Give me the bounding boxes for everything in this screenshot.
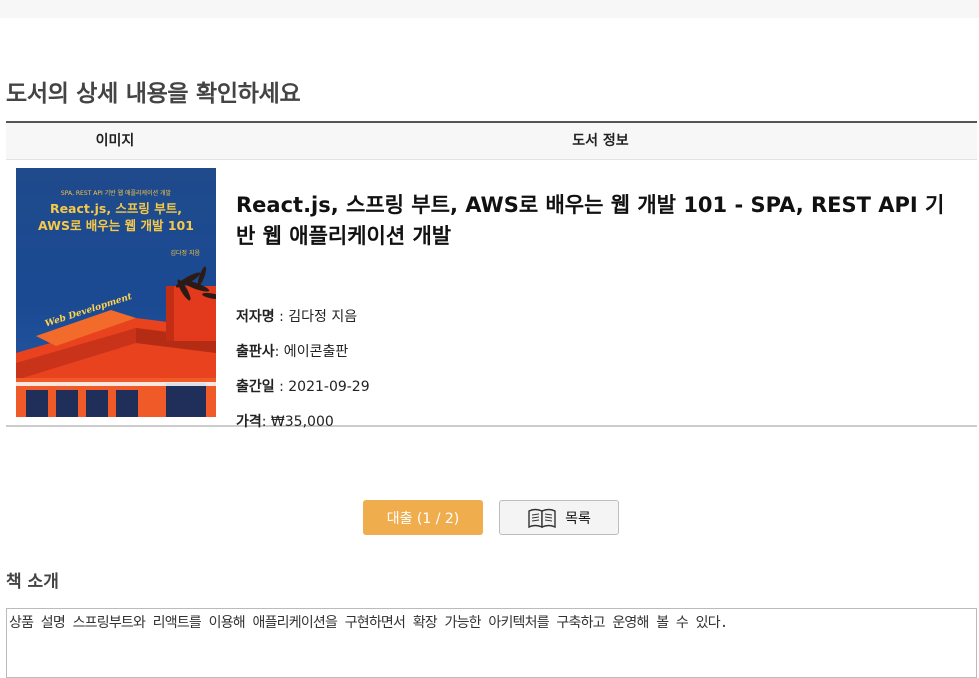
book-cover-image: SPA, REST API 기반 웹 애플리케이션 개발 React.js, 스… [16,168,216,417]
intro-textarea[interactable]: 상품 설명 스프링부트와 리액트를 이용해 애플리케이션을 구현하면서 확장 가… [6,608,977,678]
cover-subtitle: SPA, REST API 기반 웹 애플리케이션 개발 [60,190,172,197]
author-value: : 김다정 지음 [274,309,358,325]
publisher-row: 출판사: 에이콘출판 [236,341,348,361]
pubdate-label: 출간일 [236,379,275,395]
pubdate-row: 출간일 : 2021-09-29 [236,376,370,396]
page-title: 도서의 상세 내용을 확인하세요 [6,81,301,107]
cover-title-line1: React.js, 스프링 부트, [49,201,183,216]
list-button[interactable]: 목록 [499,500,619,535]
author-row: 저자명 : 김다정 지음 [236,306,357,326]
book-icon [527,507,557,529]
header-book-info: 도서 정보 [572,133,629,149]
cover-title: React.js, 스프링 부트, AWS로 배우는 웹 개발 101 [26,200,206,234]
author-label: 저자명 [236,309,275,325]
header-image: 이미지 [95,133,135,149]
pubdate-value: : 2021-09-29 [274,379,370,395]
cover-title-line2: AWS로 배우는 웹 개발 101 [38,218,194,233]
price-label: 가격 [236,414,262,430]
price-row: 가격: ₩35,000 [236,411,334,431]
top-bar [0,0,979,18]
book-detail-table: 이미지 도서 정보 SPA, REST API 기반 웹 애플리케이션 개발 R… [6,121,977,430]
price-value: : ₩35,000 [261,414,334,430]
list-button-label: 목록 [565,510,591,527]
table-header: 이미지 도서 정보 [6,123,977,160]
table-row: SPA, REST API 기반 웹 애플리케이션 개발 React.js, 스… [6,160,977,430]
loan-button[interactable]: 대출 (1 / 2) [363,500,483,535]
intro-heading: 책 소개 [6,572,59,592]
publisher-value: : 에이콘출판 [274,344,349,360]
cover-author: 김다정 지음 [170,250,200,257]
book-title: React.js, 스프링 부트, AWS로 배우는 웹 개발 101 - SP… [236,193,945,248]
publisher-label: 출판사 [236,344,275,360]
